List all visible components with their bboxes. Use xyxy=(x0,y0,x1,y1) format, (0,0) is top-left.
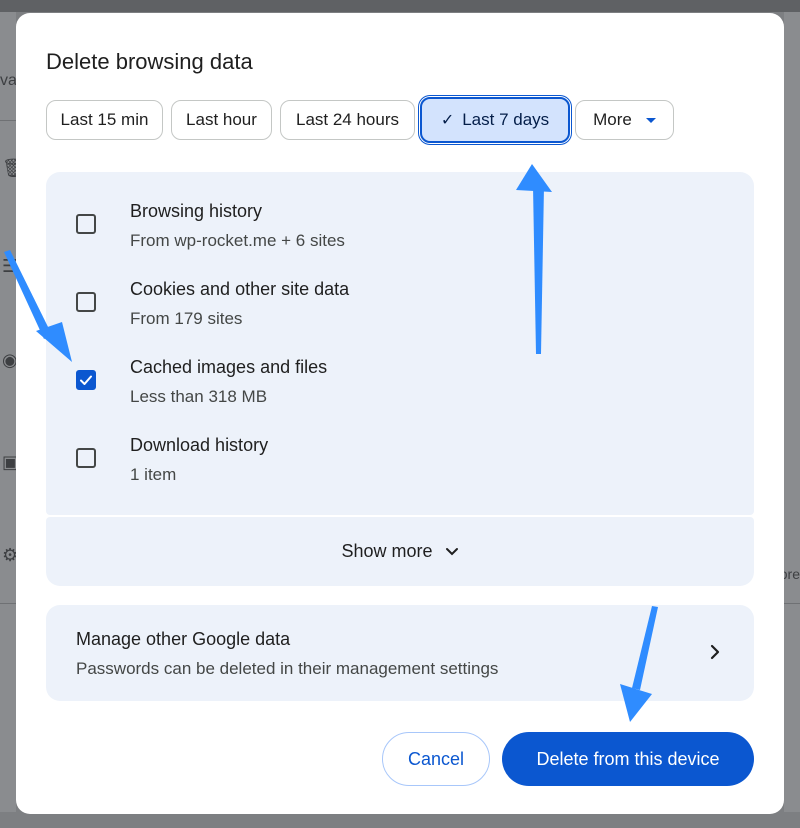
check-icon xyxy=(80,375,92,385)
cancel-button[interactable]: Cancel xyxy=(382,732,490,786)
time-range-chip-last-hour[interactable]: Last hour xyxy=(171,100,272,140)
item-title: Browsing history xyxy=(130,201,263,221)
manage-subtitle: Passwords can be deleted in their manage… xyxy=(76,659,499,678)
background-left-text: va xyxy=(0,72,17,89)
data-type-item-cached-images[interactable]: Cached images and files Less than 318 MB xyxy=(46,328,754,406)
background-divider xyxy=(0,120,16,121)
time-range-more-dropdown[interactable]: More xyxy=(575,100,674,140)
cached-images-checkbox[interactable] xyxy=(76,370,96,390)
cookies-checkbox[interactable] xyxy=(76,292,96,312)
item-subtitle: Less than 318 MB xyxy=(130,387,268,406)
delete-browsing-data-dialog: Delete browsing data Last 15 min Last ho… xyxy=(16,13,784,814)
browsing-history-checkbox[interactable] xyxy=(76,214,96,234)
item-subtitle: From wp-rocket.me + 6 sites xyxy=(130,231,345,250)
chevron-right-icon xyxy=(710,644,720,660)
download-history-checkbox[interactable] xyxy=(76,448,96,468)
item-title: Cookies and other site data xyxy=(130,279,350,299)
item-subtitle: 1 item xyxy=(130,465,177,484)
time-range-chip-label: Last 24 hours xyxy=(295,110,399,129)
data-type-item-download-history[interactable]: Download history 1 item xyxy=(46,406,754,484)
manage-title: Manage other Google data xyxy=(76,629,291,649)
background-top-strip xyxy=(0,0,800,12)
check-icon: ✓ xyxy=(440,112,455,129)
data-type-item-cookies[interactable]: Cookies and other site data From 179 sit… xyxy=(46,250,754,328)
item-title: Download history xyxy=(130,435,269,455)
time-range-chip-label: Last 15 min xyxy=(60,110,149,129)
time-range-chip-label: More xyxy=(593,110,632,129)
background-left-edge xyxy=(0,12,16,812)
time-range-chip-last-7-days[interactable]: ✓ Last 7 days xyxy=(420,97,570,143)
manage-google-data-row[interactable]: Manage other Google data Passwords can b… xyxy=(46,605,754,701)
item-subtitle: From 179 sites xyxy=(130,309,243,328)
item-title: Cached images and files xyxy=(130,357,328,377)
data-types-list: Browsing history From wp-rocket.me + 6 s… xyxy=(46,172,754,515)
show-more-button[interactable]: Show more xyxy=(46,517,754,586)
caret-down-icon xyxy=(645,117,656,123)
delete-from-device-button[interactable]: Delete from this device xyxy=(502,732,754,786)
chevron-down-icon xyxy=(445,547,458,555)
show-more-label: Show more xyxy=(341,541,433,561)
dialog-title: Delete browsing data xyxy=(46,49,253,74)
time-range-chip-last-15-min[interactable]: Last 15 min xyxy=(46,100,163,140)
time-range-chip-last-24-hours[interactable]: Last 24 hours xyxy=(280,100,415,140)
data-type-item-browsing-history[interactable]: Browsing history From wp-rocket.me + 6 s… xyxy=(46,172,754,250)
time-range-chip-label: Last hour xyxy=(186,110,257,129)
background-right-edge xyxy=(784,12,800,812)
time-range-chip-label: Last 7 days xyxy=(462,110,550,129)
